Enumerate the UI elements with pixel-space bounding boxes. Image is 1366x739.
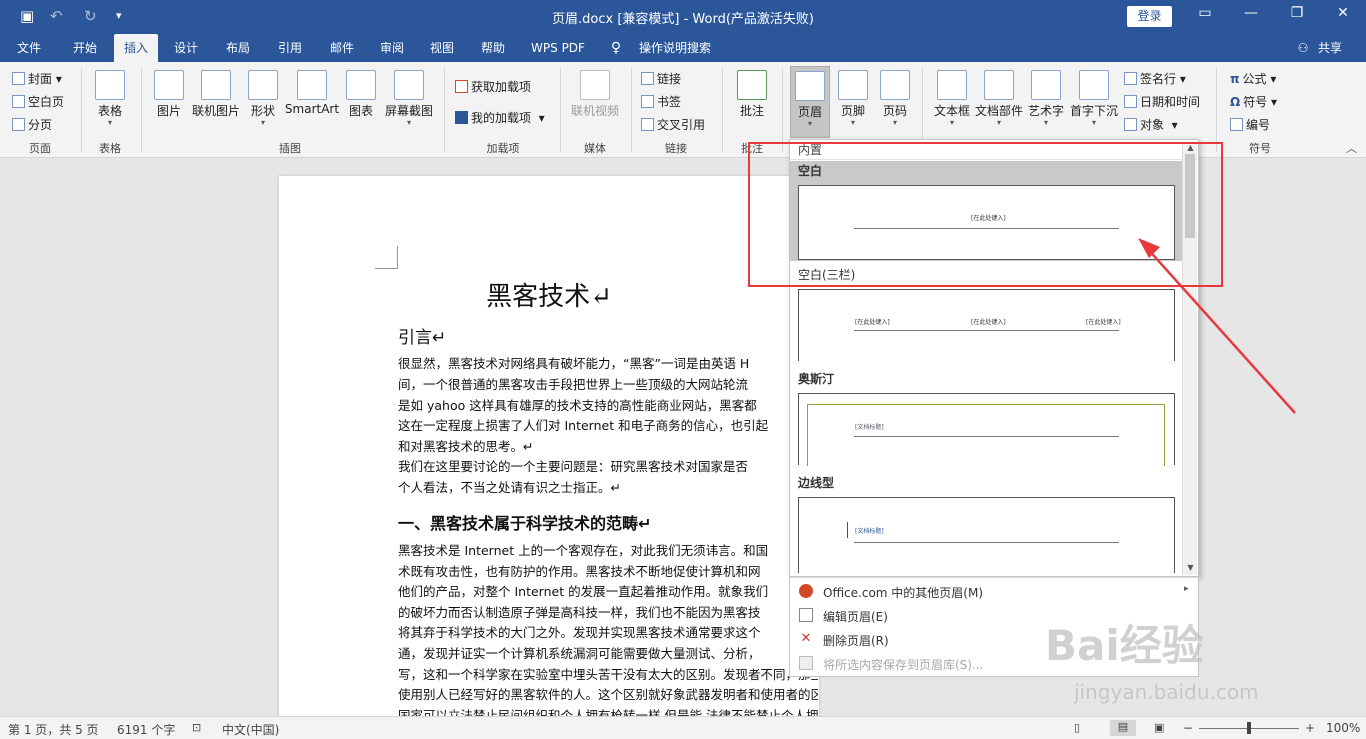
web-layout-icon[interactable]: ▣ <box>1154 721 1164 734</box>
proofing-icon[interactable]: ⊡ <box>192 721 201 734</box>
zoom-in-button[interactable]: + <box>1305 721 1315 735</box>
zoom-out-button[interactable]: − <box>1183 721 1193 735</box>
print-layout-icon[interactable]: ▤ <box>1110 720 1136 736</box>
arrow-line <box>1145 246 1296 414</box>
zoom-level[interactable]: 100% <box>1326 721 1360 735</box>
status-bar: 第 1 页，共 5 页 6191 个字 ⊡ 中文(中国) ▯ ▤ ▣ − + 1… <box>0 716 1366 739</box>
watermark-url: jingyan.baidu.com <box>1074 680 1259 704</box>
arrow-head <box>1138 238 1160 258</box>
word-count[interactable]: 6191 个字 <box>117 721 175 738</box>
page-count[interactable]: 第 1 页，共 5 页 <box>8 721 99 738</box>
language-status[interactable]: 中文(中国) <box>222 721 279 738</box>
zoom-slider-thumb[interactable] <box>1247 722 1251 734</box>
read-mode-icon[interactable]: ▯ <box>1074 721 1080 734</box>
